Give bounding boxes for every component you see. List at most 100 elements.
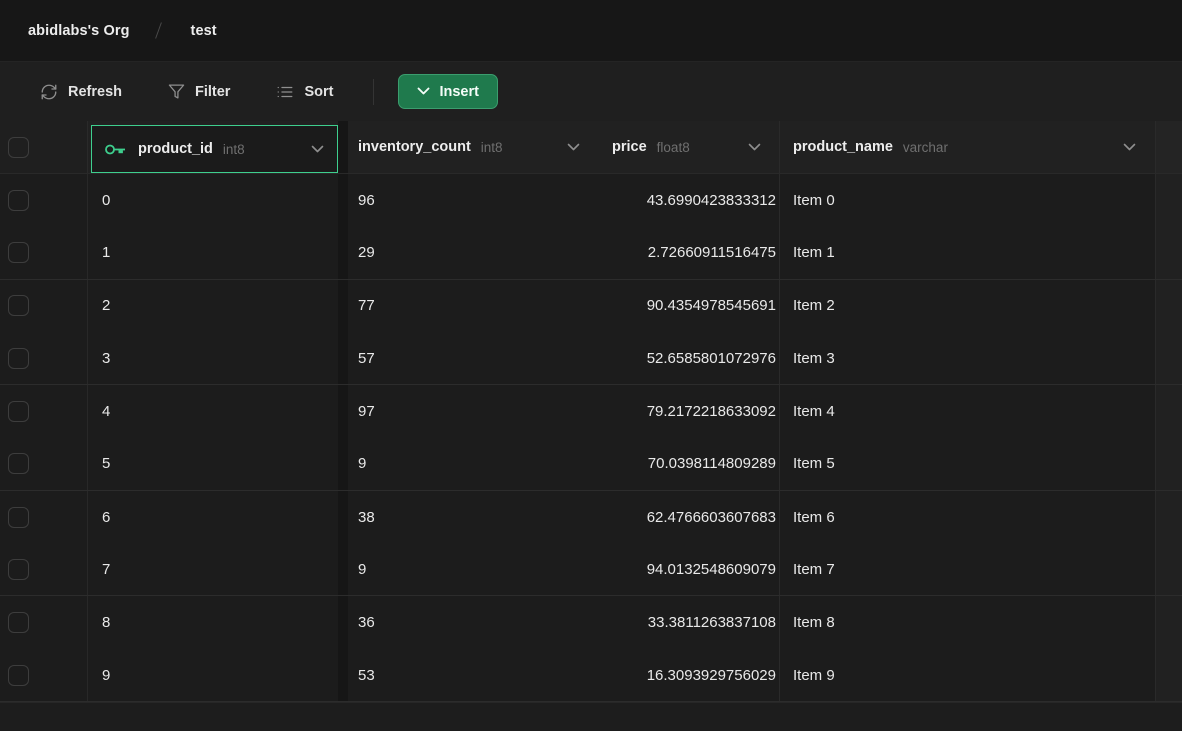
column-type: int8 <box>481 140 503 155</box>
column-header-product-id[interactable]: product_id int8 <box>88 121 338 173</box>
cell-inventory-count[interactable]: 97 <box>348 385 598 438</box>
table-row: 83633.3811263837108Item 8 <box>0 596 1182 649</box>
row-checkbox[interactable] <box>8 507 29 528</box>
column-header-product-name[interactable]: product_name varchar <box>779 121 1155 173</box>
refresh-icon <box>40 83 58 101</box>
cell-product-name[interactable]: Item 5 <box>779 438 1155 490</box>
cell-price[interactable]: 90.4354978545691 <box>598 280 779 333</box>
cell-product-id[interactable]: 2 <box>88 280 338 333</box>
cell-price[interactable]: 33.3811263837108 <box>598 596 779 649</box>
row-select-cell <box>0 174 88 227</box>
row-gutter <box>1155 174 1182 227</box>
column-type: int8 <box>223 142 245 157</box>
row-select-cell <box>0 438 88 490</box>
cell-inventory-count[interactable]: 9 <box>348 438 598 490</box>
column-gap-strip <box>338 649 348 701</box>
table-row: 1292.72660911516475Item 1 <box>0 227 1182 280</box>
header-gutter <box>1155 121 1182 173</box>
column-menu-chevron-icon[interactable] <box>1123 143 1136 152</box>
breadcrumb-page[interactable]: test <box>191 23 217 39</box>
column-header-inventory-count[interactable]: inventory_count int8 <box>348 121 598 173</box>
cell-inventory-count[interactable]: 38 <box>348 491 598 544</box>
row-gutter <box>1155 544 1182 596</box>
filter-icon <box>168 83 185 100</box>
row-checkbox[interactable] <box>8 348 29 369</box>
column-type: float8 <box>657 140 690 155</box>
row-checkbox[interactable] <box>8 242 29 263</box>
row-select-cell <box>0 332 88 384</box>
table-row: 5970.0398114809289Item 5 <box>0 438 1182 491</box>
row-checkbox[interactable] <box>8 612 29 633</box>
cell-inventory-count[interactable]: 77 <box>348 280 598 333</box>
filter-button[interactable]: Filter <box>156 75 242 108</box>
cell-price[interactable]: 70.0398114809289 <box>598 438 779 490</box>
cell-product-id[interactable]: 3 <box>88 332 338 384</box>
sort-label: Sort <box>304 84 333 100</box>
row-gutter <box>1155 385 1182 438</box>
row-select-cell <box>0 649 88 701</box>
row-checkbox[interactable] <box>8 190 29 211</box>
column-name: product_id <box>138 141 213 157</box>
select-all-checkbox[interactable] <box>8 137 29 158</box>
refresh-label: Refresh <box>68 84 122 100</box>
cell-product-id[interactable]: 4 <box>88 385 338 438</box>
breadcrumb-org[interactable]: abidlabs's Org <box>28 23 130 39</box>
sort-button[interactable]: Sort <box>264 75 345 109</box>
column-gap-strip <box>338 385 348 438</box>
row-select-cell <box>0 544 88 596</box>
cell-product-name[interactable]: Item 1 <box>779 227 1155 279</box>
column-header-price[interactable]: price float8 <box>598 121 779 173</box>
cell-product-name[interactable]: Item 3 <box>779 332 1155 384</box>
cell-inventory-count[interactable]: 29 <box>348 227 598 279</box>
cell-product-name[interactable]: Item 7 <box>779 544 1155 596</box>
column-menu-chevron-icon[interactable] <box>567 143 580 152</box>
cell-product-name[interactable]: Item 8 <box>779 596 1155 649</box>
cell-product-id[interactable]: 1 <box>88 227 338 279</box>
insert-button[interactable]: Insert <box>398 74 498 109</box>
cell-product-id[interactable]: 7 <box>88 544 338 596</box>
row-checkbox[interactable] <box>8 453 29 474</box>
app-window: abidlabs's Org test Refresh Filter <box>0 0 1182 731</box>
cell-product-name[interactable]: Item 0 <box>779 174 1155 227</box>
cell-inventory-count[interactable]: 9 <box>348 544 598 596</box>
table-row: 27790.4354978545691Item 2 <box>0 280 1182 333</box>
cell-price[interactable]: 2.72660911516475 <box>598 227 779 279</box>
cell-price[interactable]: 94.0132548609079 <box>598 544 779 596</box>
column-gap-strip <box>338 280 348 333</box>
cell-product-name[interactable]: Item 2 <box>779 280 1155 333</box>
column-name: product_name <box>793 139 893 155</box>
column-gap-strip <box>338 332 348 384</box>
row-checkbox[interactable] <box>8 559 29 580</box>
column-menu-chevron-icon[interactable] <box>748 143 761 152</box>
cell-product-name[interactable]: Item 9 <box>779 649 1155 701</box>
cell-price[interactable]: 43.6990423833312 <box>598 174 779 227</box>
refresh-button[interactable]: Refresh <box>28 75 134 109</box>
insert-label: Insert <box>439 84 479 100</box>
table-row: 09643.6990423833312Item 0 <box>0 174 1182 227</box>
cell-product-name[interactable]: Item 4 <box>779 385 1155 438</box>
cell-product-id[interactable]: 9 <box>88 649 338 701</box>
row-gutter <box>1155 596 1182 649</box>
cell-product-id[interactable]: 8 <box>88 596 338 649</box>
row-checkbox[interactable] <box>8 295 29 316</box>
chevron-down-icon <box>417 87 430 96</box>
cell-inventory-count[interactable]: 57 <box>348 332 598 384</box>
cell-product-id[interactable]: 0 <box>88 174 338 227</box>
cell-product-id[interactable]: 5 <box>88 438 338 490</box>
row-checkbox[interactable] <box>8 665 29 686</box>
column-menu-chevron-icon[interactable] <box>311 145 324 154</box>
cell-price[interactable]: 16.3093929756029 <box>598 649 779 701</box>
footer-bar <box>0 702 1182 731</box>
cell-price[interactable]: 52.6585801072976 <box>598 332 779 384</box>
cell-product-name[interactable]: Item 6 <box>779 491 1155 544</box>
row-checkbox[interactable] <box>8 401 29 422</box>
cell-price[interactable]: 62.4766603607683 <box>598 491 779 544</box>
column-gap-strip <box>338 174 348 227</box>
cell-price[interactable]: 79.2172218633092 <box>598 385 779 438</box>
cell-inventory-count[interactable]: 36 <box>348 596 598 649</box>
cell-inventory-count[interactable]: 53 <box>348 649 598 701</box>
cell-inventory-count[interactable]: 96 <box>348 174 598 227</box>
column-type: varchar <box>903 140 948 155</box>
column-gap-strip <box>338 438 348 490</box>
cell-product-id[interactable]: 6 <box>88 491 338 544</box>
